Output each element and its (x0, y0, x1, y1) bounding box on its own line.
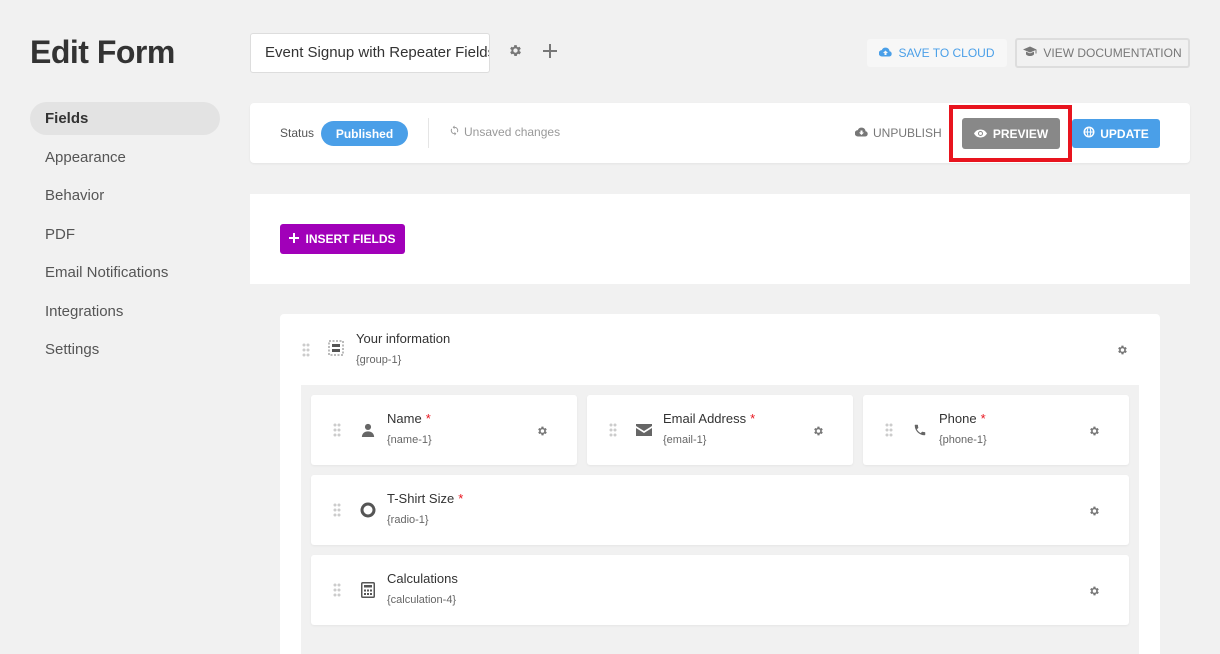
save-to-cloud-label: SAVE TO CLOUD (898, 46, 995, 60)
gear-icon[interactable] (1088, 424, 1100, 442)
drag-handle-icon[interactable] (333, 423, 341, 442)
insert-fields-button[interactable]: INSERT FIELDS (280, 224, 405, 254)
calculator-icon (359, 581, 377, 599)
builder-canvas: Your information {group-1} Name * {name-1… (250, 284, 1190, 654)
radio-icon (359, 501, 377, 519)
gear-icon[interactable] (1116, 343, 1128, 361)
field-id: {name-1} (387, 434, 432, 446)
field-card-calculations[interactable]: Calculations {calculation-4} (311, 555, 1129, 625)
form-builder: INSERT FIELDS Your information {group-1} (250, 194, 1190, 654)
sidebar-item-settings[interactable]: Settings (30, 333, 220, 366)
graduation-cap-icon (1023, 46, 1037, 60)
user-icon (359, 421, 377, 439)
drag-handle-icon[interactable] (333, 583, 341, 602)
field-id: {phone-1} (939, 434, 987, 446)
unsaved-changes-label: Unsaved changes (464, 125, 561, 139)
gear-icon[interactable] (1088, 504, 1100, 522)
field-card-phone[interactable]: Phone * {phone-1} (863, 395, 1129, 465)
field-label: Phone * (939, 411, 986, 426)
gear-icon[interactable] (536, 424, 548, 442)
unpublish-label: UNPUBLISH (873, 126, 942, 140)
field-id: {calculation-4} (387, 594, 457, 606)
drag-handle-icon[interactable] (609, 423, 617, 442)
sidebar-item-appearance[interactable]: Appearance (30, 141, 220, 174)
group-title: Your information (356, 331, 451, 346)
group-fields-area: Name* {name-1} Email Address* {email-1 (301, 385, 1139, 654)
gear-icon (508, 43, 523, 63)
preview-button[interactable]: PREVIEW (962, 118, 1060, 149)
group-icon (328, 340, 344, 356)
form-settings-button[interactable] (505, 43, 525, 63)
drag-handle-icon[interactable] (885, 423, 893, 442)
drag-handle-icon[interactable] (302, 343, 310, 362)
field-label: Email Address * (663, 411, 756, 426)
status-bar: Status Published Unsaved changes UNPUBLI… (250, 103, 1190, 163)
status-badge: Published (321, 121, 408, 146)
field-label: T-Shirt Size * (387, 491, 464, 506)
save-to-cloud-button[interactable]: SAVE TO CLOUD (867, 39, 1007, 67)
plus-icon (289, 232, 300, 246)
view-documentation-label: VIEW DOCUMENTATION (1043, 46, 1182, 60)
preview-label: PREVIEW (992, 126, 1049, 141)
divider (428, 118, 429, 148)
envelope-icon (635, 421, 653, 439)
gear-icon[interactable] (812, 424, 824, 442)
update-label: UPDATE (1100, 126, 1149, 141)
field-card-email[interactable]: Email Address * {email-1} (587, 395, 853, 465)
phone-icon (911, 421, 929, 439)
field-card-tshirt-size[interactable]: T-Shirt Size * {radio-1} (311, 475, 1129, 545)
sidebar-item-email-notifications[interactable]: Email Notifications (30, 256, 220, 289)
view-documentation-button[interactable]: VIEW DOCUMENTATION (1015, 38, 1190, 68)
drag-handle-icon[interactable] (333, 503, 341, 522)
unsaved-changes-indicator: Unsaved changes (449, 125, 560, 139)
builder-toolbar: INSERT FIELDS (250, 194, 1190, 284)
insert-fields-label: INSERT FIELDS (305, 232, 396, 246)
field-label: Name * (387, 411, 431, 426)
form-title-input[interactable]: Event Signup with Repeater Fields (250, 33, 490, 73)
unpublish-button[interactable]: UNPUBLISH (854, 126, 942, 140)
sidebar: Fields Appearance Behavior PDF Email Not… (30, 102, 220, 372)
sidebar-item-integrations[interactable]: Integrations (30, 295, 220, 328)
refresh-icon (449, 125, 460, 139)
update-button[interactable]: UPDATE (1072, 119, 1160, 148)
page-title: Edit Form (30, 34, 175, 70)
plus-icon (543, 43, 557, 63)
group-field-card[interactable]: Your information {group-1} Name * {name-1… (280, 314, 1160, 654)
cloud-upload-icon (879, 46, 893, 60)
eye-icon (973, 127, 987, 141)
sidebar-item-behavior[interactable]: Behavior (30, 179, 220, 212)
field-card-name[interactable]: Name * {name-1} (311, 395, 577, 465)
field-label: Calculations (387, 571, 458, 586)
sidebar-item-fields[interactable]: Fields (30, 102, 220, 135)
field-id: {email-1} (663, 434, 707, 446)
add-form-button[interactable] (540, 43, 560, 63)
gear-icon[interactable] (1088, 584, 1100, 602)
globe-icon (1083, 126, 1095, 141)
cloud-download-icon (854, 126, 868, 140)
status-label: Status (280, 126, 315, 140)
sidebar-item-pdf[interactable]: PDF (30, 218, 220, 251)
field-id: {radio-1} (387, 514, 429, 526)
group-id: {group-1} (356, 354, 402, 366)
